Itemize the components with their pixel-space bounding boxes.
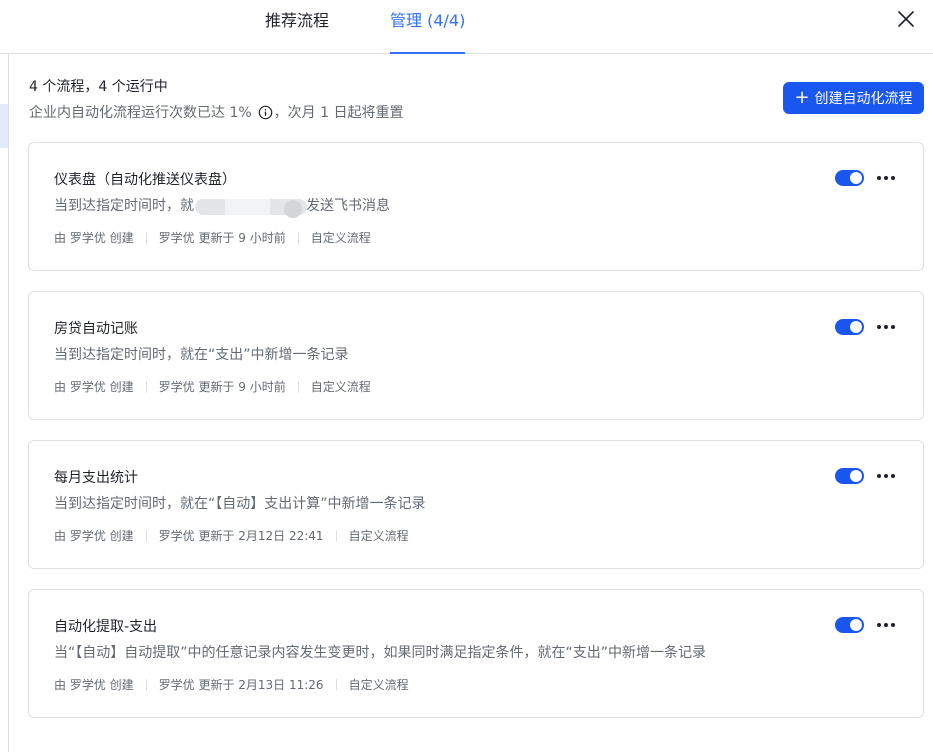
toggle-knob bbox=[850, 172, 862, 184]
flow-creator: 由 罗学优 创建 bbox=[54, 678, 134, 692]
flow-title: 每月支出统计 bbox=[54, 470, 138, 486]
flow-description: 当“【自动】自动提取”中的任意记录内容发生变更时，如果同时满足指定条件，就在“支… bbox=[54, 645, 707, 661]
tab-recommended-flows[interactable]: 推荐流程 bbox=[265, 0, 329, 53]
run-quota-notice: 企业内自动化流程运行次数已达 1% ，次月 1 日起将重置 bbox=[29, 102, 403, 122]
more-horizontal-icon[interactable] bbox=[877, 319, 895, 335]
flow-updated: 罗学优 更新于 2月12日 22:41 bbox=[158, 529, 324, 543]
flow-card[interactable]: 自动化提取-支出 当“【自动】自动提取”中的任意记录内容发生变更时，如果同时满足… bbox=[28, 589, 924, 718]
flow-enable-toggle[interactable] bbox=[835, 319, 864, 335]
active-tab-indicator bbox=[390, 52, 466, 54]
flow-meta: 由 罗学优 创建 罗学优 更新于 2月12日 22:41 自定义流程 bbox=[54, 527, 409, 544]
flow-card[interactable]: 每月支出统计 当到达指定时间时，就在“【自动】支出计算”中新增一条记录 由 罗学… bbox=[28, 440, 924, 569]
flow-creator: 由 罗学优 创建 bbox=[54, 231, 134, 245]
flow-title: 自动化提取-支出 bbox=[54, 619, 158, 635]
more-horizontal-icon[interactable] bbox=[877, 617, 895, 633]
meta-divider bbox=[297, 231, 299, 244]
tab-label: 推荐流程 bbox=[265, 11, 330, 30]
meta-divider bbox=[145, 231, 147, 244]
toggle-knob bbox=[850, 619, 862, 631]
meta-divider bbox=[335, 678, 337, 691]
more-horizontal-icon[interactable] bbox=[877, 468, 895, 484]
toggle-knob bbox=[850, 470, 862, 482]
info-icon[interactable] bbox=[258, 105, 273, 120]
flow-enable-toggle[interactable] bbox=[835, 170, 864, 186]
quota-text: 企业内自动化流程运行次数已达 1% bbox=[29, 105, 252, 121]
flow-type: 自定义流程 bbox=[310, 231, 371, 245]
meta-divider bbox=[145, 529, 147, 542]
flow-count-summary: 4 个流程，4 个运行中 bbox=[29, 79, 168, 95]
meta-divider bbox=[297, 380, 299, 393]
flow-type: 自定义流程 bbox=[310, 380, 371, 394]
flow-card[interactable]: 仪表盘（自动化推送仪表盘） 当到达指定时间时，就 发送飞书消息 由 罗学优 创建 … bbox=[28, 142, 924, 271]
tab-manage[interactable]: 管理 (4/4) bbox=[390, 0, 466, 54]
dialog-header: 推荐流程 管理 (4/4) bbox=[0, 0, 933, 54]
flow-meta: 由 罗学优 创建 罗学优 更新于 2月13日 11:26 自定义流程 bbox=[54, 676, 409, 693]
flow-enable-toggle[interactable] bbox=[835, 617, 864, 633]
flow-card[interactable]: 房贷自动记账 当到达指定时间时，就在“支出”中新增一条记录 由 罗学优 创建 罗… bbox=[28, 291, 924, 420]
flow-updated: 罗学优 更新于 9 小时前 bbox=[158, 231, 286, 245]
flow-creator: 由 罗学优 创建 bbox=[54, 380, 134, 394]
create-button-label: 创建自动化流程 bbox=[814, 91, 913, 107]
flow-type: 自定义流程 bbox=[348, 678, 409, 692]
flow-updated: 罗学优 更新于 2月13日 11:26 bbox=[158, 678, 324, 692]
plus-icon: + bbox=[794, 87, 810, 108]
flow-title: 房贷自动记账 bbox=[54, 321, 138, 337]
flow-description: 当到达指定时间时，就在“【自动】支出计算”中新增一条记录 bbox=[54, 496, 426, 512]
left-panel-highlight bbox=[0, 104, 8, 148]
redaction-blur bbox=[195, 199, 307, 218]
flow-description-start: 当到达指定时间时，就 bbox=[54, 198, 194, 214]
more-horizontal-icon[interactable] bbox=[877, 170, 895, 186]
left-panel-edge bbox=[0, 54, 9, 752]
flow-description: 当到达指定时间时，就在“支出”中新增一条记录 bbox=[54, 347, 349, 363]
flow-updated: 罗学优 更新于 9 小时前 bbox=[158, 380, 286, 394]
flow-enable-toggle[interactable] bbox=[835, 468, 864, 484]
flow-creator: 由 罗学优 创建 bbox=[54, 529, 134, 543]
flow-meta: 由 罗学优 创建 罗学优 更新于 9 小时前 自定义流程 bbox=[54, 229, 371, 246]
meta-divider bbox=[335, 529, 337, 542]
meta-divider bbox=[145, 678, 147, 691]
reset-text: ，次月 1 日起将重置 bbox=[273, 105, 404, 121]
tab-label: 管理 (4/4) bbox=[390, 11, 466, 30]
toggle-knob bbox=[850, 321, 862, 333]
flow-meta: 由 罗学优 创建 罗学优 更新于 9 小时前 自定义流程 bbox=[54, 378, 371, 395]
flow-title: 仪表盘（自动化推送仪表盘） bbox=[54, 172, 236, 188]
close-icon[interactable] bbox=[896, 9, 916, 29]
flow-type: 自定义流程 bbox=[348, 529, 409, 543]
meta-divider bbox=[145, 380, 147, 393]
create-automation-button[interactable]: + 创建自动化流程 bbox=[783, 82, 924, 114]
flow-description-end: 发送飞书消息 bbox=[306, 198, 390, 214]
